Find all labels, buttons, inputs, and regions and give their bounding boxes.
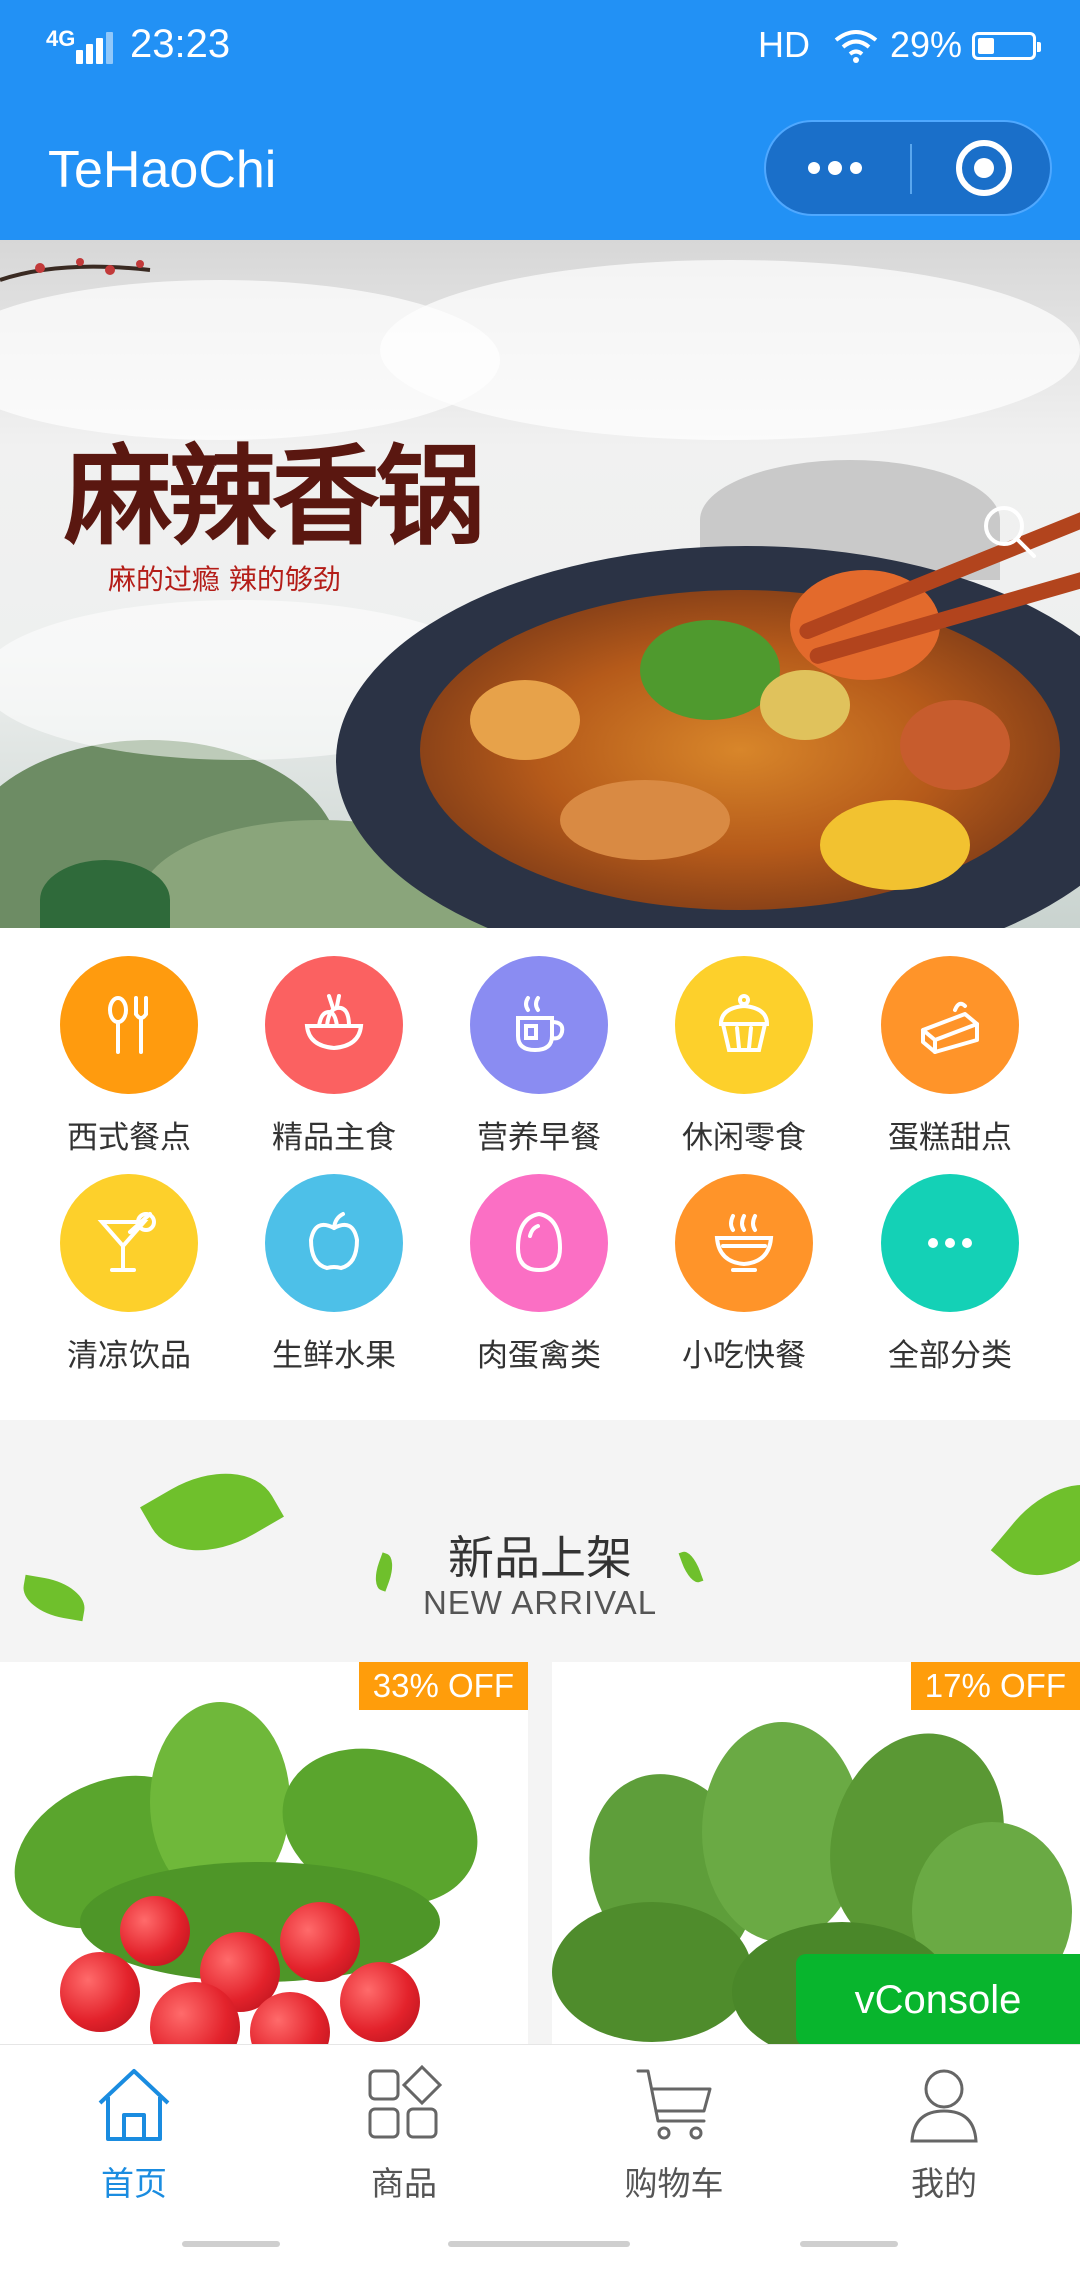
cake-slice-icon — [881, 956, 1019, 1094]
miniapp-capsule — [764, 120, 1052, 216]
close-miniapp-button[interactable] — [956, 140, 1012, 196]
coffee-cup-icon — [470, 956, 608, 1094]
tab-label: 商品 — [371, 2165, 437, 2202]
nav-indicator — [182, 2241, 280, 2247]
banner-slogan: 麻的过瘾 辣的够劲 — [108, 563, 341, 596]
nav-indicator — [800, 2241, 898, 2247]
tab-products[interactable]: 商品 — [324, 2065, 484, 2202]
cupcake-icon — [675, 956, 813, 1094]
network-type: 4G — [46, 26, 76, 51]
category-western[interactable]: 西式餐点 — [29, 928, 229, 1155]
battery-icon — [972, 32, 1041, 60]
wifi-icon — [834, 30, 878, 63]
category-meat-egg[interactable]: 肉蛋禽类 — [439, 1146, 639, 1373]
product-card[interactable]: 33% OFF — [0, 1662, 528, 2044]
search-icon[interactable] — [980, 502, 1040, 562]
category-label: 小吃快餐 — [682, 1338, 806, 1373]
category-snacks[interactable]: 休闲零食 — [644, 928, 844, 1155]
tab-label: 我的 — [911, 2165, 977, 2202]
category-grid: 西式餐点 精品主食 营养早餐 休闲零食 蛋糕甜点 清凉饮品 生鲜水果 肉蛋禽类 … — [0, 928, 1080, 1420]
category-label: 生鲜水果 — [272, 1338, 396, 1373]
home-icon — [98, 2069, 170, 2141]
more-menu-button[interactable] — [804, 148, 884, 188]
egg-icon — [470, 1174, 608, 1312]
user-icon — [910, 2069, 978, 2143]
category-label: 肉蛋禽类 — [477, 1338, 601, 1373]
category-all[interactable]: 全部分类 — [850, 1146, 1050, 1373]
status-bar: 4G 23:23 HD 29% — [0, 0, 1080, 100]
tab-profile[interactable]: 我的 — [864, 2065, 1024, 2202]
new-arrival-section: 新品上架 NEW ARRIVAL — [0, 1420, 1080, 1662]
discount-badge: 33% OFF — [358, 1662, 528, 1710]
category-dessert[interactable]: 蛋糕甜点 — [850, 928, 1050, 1155]
category-breakfast[interactable]: 营养早餐 — [439, 928, 639, 1155]
banner-carousel[interactable]: 麻辣香锅 麻的过瘾 辣的够劲 — [0, 240, 1080, 928]
category-staple[interactable]: 精品主食 — [234, 928, 434, 1155]
section-subtitle: NEW ARRIVAL — [422, 1584, 658, 1621]
battery-percent: 29% — [890, 24, 963, 65]
grid-icon — [368, 2065, 443, 2139]
category-label: 清凉饮品 — [67, 1338, 191, 1373]
hd-indicator: HD — [758, 24, 810, 65]
page-title: TeHaoChi — [48, 141, 277, 199]
more-dots-icon — [881, 1174, 1019, 1312]
section-title: 新品上架 — [448, 1532, 632, 1584]
category-drinks[interactable]: 清凉饮品 — [29, 1146, 229, 1373]
banner-calligraphy: 麻辣香锅 — [64, 434, 484, 560]
vconsole-button[interactable]: vConsole — [796, 1954, 1080, 2046]
discount-badge: 17% OFF — [910, 1662, 1080, 1710]
nav-indicator — [448, 2241, 630, 2247]
hot-bowl-icon — [675, 1174, 813, 1312]
plum-branch — [0, 258, 151, 282]
tab-cart[interactable]: 购物车 — [594, 2065, 754, 2202]
category-fruit[interactable]: 生鲜水果 — [234, 1146, 434, 1373]
top-bar: 4G 23:23 HD 29% TeHaoChi — [0, 0, 1080, 240]
category-fastfood[interactable]: 小吃快餐 — [644, 1146, 844, 1373]
signal-icon: 4G — [46, 26, 116, 68]
apple-icon — [265, 1174, 403, 1312]
tab-label: 购物车 — [624, 2165, 724, 2202]
fork-spoon-icon — [60, 956, 198, 1094]
capsule-divider — [910, 144, 912, 194]
noodle-bowl-icon — [265, 956, 403, 1094]
cocktail-icon — [60, 1174, 198, 1312]
cart-icon — [636, 2069, 712, 2140]
tab-home[interactable]: 首页 — [54, 2065, 214, 2202]
category-label: 全部分类 — [888, 1338, 1012, 1373]
clock: 23:23 — [130, 22, 231, 66]
tab-label: 首页 — [101, 2165, 167, 2202]
tab-bar: 首页 商品 购物车 我的 — [0, 2044, 1080, 2281]
